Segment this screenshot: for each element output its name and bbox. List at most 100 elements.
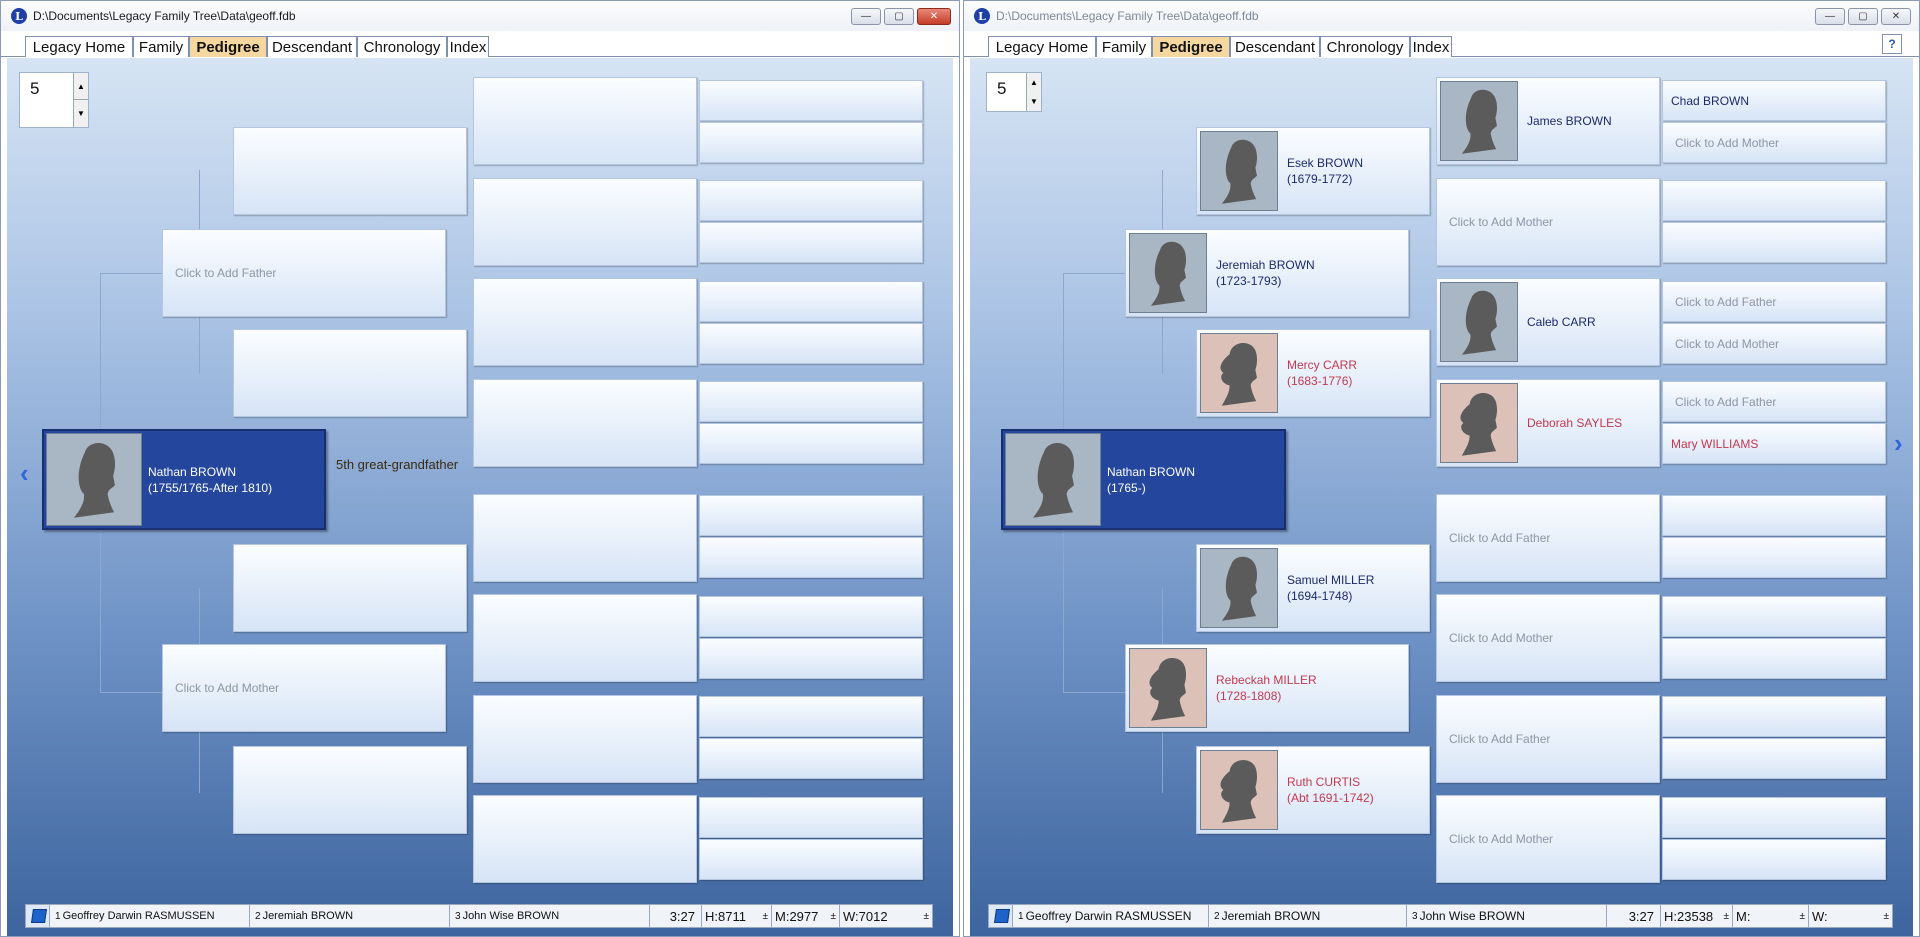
generations-spinner[interactable]: 5 ▲ ▼ [986,72,1042,112]
mother-box[interactable]: Rebeckah MILLER (1728-1808) [1125,644,1409,732]
ancestor-box-small[interactable] [699,495,923,536]
root-name: Nathan BROWN [1107,464,1196,479]
ancestor-box[interactable]: James BROWN [1436,77,1660,165]
tab-descendant[interactable]: Descendant [267,36,357,57]
ancestor-box-small[interactable] [1662,537,1886,578]
grandparent-box[interactable]: Samuel MILLER (1694-1748) [1196,544,1430,632]
generations-spinner[interactable]: 5 ▲ ▼ [19,72,89,128]
spin-up-icon[interactable]: ▲ [73,73,88,100]
ancestor-box-small[interactable] [699,222,923,263]
ancestor-box[interactable]: Caleb CARR [1436,278,1660,366]
grandparent-box[interactable]: Esek BROWN (1679-1772) [1196,127,1430,215]
ancestor-box[interactable]: Click to Add Father [1436,695,1660,783]
ancestor-box-small[interactable] [1662,638,1886,679]
bookmark-slot-1[interactable]: 1 Geoffrey Darwin RASMUSSEN [1013,905,1209,927]
father-box[interactable]: Jeremiah BROWN (1723-1793) [1125,229,1409,317]
ancestor-box-small[interactable]: Click to Add Father [1662,381,1886,422]
ancestor-box-small[interactable] [1662,839,1886,880]
ancestor-box-small[interactable] [1662,738,1886,779]
ancestor-box[interactable] [473,178,697,266]
ancestor-box[interactable]: Click to Add Mother [1436,795,1660,883]
spin-up-icon[interactable]: ▲ [1026,73,1041,93]
bookmark-slot-2[interactable]: 2 Jeremiah BROWN [250,905,450,927]
maximize-button[interactable]: ▢ [884,8,914,25]
ancestor-box-small[interactable]: Mary WILLIAMS [1662,423,1886,464]
grandparent-box[interactable]: Mercy CARR (1683-1776) [1196,329,1430,417]
tab-legacy-home[interactable]: Legacy Home [25,36,133,57]
ancestor-box[interactable] [473,278,697,366]
tab-family[interactable]: Family [133,36,189,57]
ancestor-box-small[interactable] [699,423,923,464]
tab-chronology[interactable]: Chronology [357,36,447,57]
ancestor-box-small[interactable] [699,638,923,679]
tab-legacy-home[interactable]: Legacy Home [988,36,1096,57]
ancestor-box[interactable] [473,77,697,165]
close-button[interactable]: ✕ [917,8,951,25]
bookmark-slot-1[interactable]: 1 Geoffrey Darwin RASMUSSEN [50,905,250,927]
tab-chronology[interactable]: Chronology [1320,36,1410,57]
ancestor-box-small[interactable]: Chad BROWN [1662,80,1886,121]
ancestor-box-small[interactable] [1662,222,1886,263]
ancestor-box[interactable] [473,795,697,883]
grandparent-box[interactable] [233,329,467,417]
book-icon[interactable] [26,905,50,927]
ancestor-box-small[interactable] [1662,495,1886,536]
ancestor-box-small[interactable] [699,323,923,364]
book-icon[interactable] [989,905,1013,927]
root-person-box[interactable]: Nathan BROWN (1765-) [1001,429,1286,530]
tab-pedigree[interactable]: Pedigree [1152,36,1230,57]
ancestor-box-small[interactable]: Click to Add Father [1662,281,1886,322]
tab-descendant[interactable]: Descendant [1230,36,1320,57]
ancestor-box-small[interactable] [699,122,923,163]
ancestor-box-small[interactable]: Click to Add Mother [1662,323,1886,364]
spin-down-icon[interactable]: ▼ [73,100,88,127]
ancestor-box[interactable]: Click to Add Mother [1436,594,1660,682]
tab-pedigree[interactable]: Pedigree [189,36,267,57]
ancestor-box[interactable] [473,379,697,467]
grandparent-box[interactable] [233,544,467,632]
title-bar[interactable]: L D:\Documents\Legacy Family Tree\Data\g… [964,1,1919,31]
ancestor-box-small[interactable] [1662,797,1886,838]
ancestor-box-small[interactable] [699,281,923,322]
tab-index[interactable]: Index [1410,36,1452,57]
tab-index[interactable]: Index [447,36,489,57]
ancestor-box-small[interactable] [699,738,923,779]
nav-left-icon[interactable]: ‹ [20,458,34,488]
bookmark-slot-3[interactable]: 3 John Wise BROWN [450,905,650,927]
minimize-button[interactable]: — [851,8,881,25]
ancestor-box-small[interactable] [699,537,923,578]
ancestor-box-small[interactable] [699,797,923,838]
ancestor-box-small[interactable] [1662,696,1886,737]
ancestor-box[interactable]: Click to Add Father [1436,494,1660,582]
ancestor-box[interactable] [473,594,697,682]
ancestor-box-small[interactable] [1662,180,1886,221]
minimize-button[interactable]: — [1815,8,1845,25]
grandparent-box[interactable] [233,127,467,215]
bookmark-slot-3[interactable]: 3 John Wise BROWN [1407,905,1607,927]
ancestor-box[interactable] [473,494,697,582]
root-person-box[interactable]: Nathan BROWN (1755/1765-After 1810) [42,429,326,530]
grandparent-box[interactable]: Ruth CURTIS (Abt 1691-1742) [1196,746,1430,834]
help-icon[interactable]: ? [1882,34,1902,54]
ancestor-box-small[interactable] [699,180,923,221]
spin-down-icon[interactable]: ▼ [1026,91,1041,111]
ancestor-box-small[interactable] [699,80,923,121]
close-button[interactable]: ✕ [1881,8,1911,25]
ancestor-box[interactable] [473,695,697,783]
nav-right-icon[interactable]: › [1894,428,1908,458]
mother-box[interactable]: Click to Add Mother [162,644,446,732]
ancestor-box-small[interactable]: Click to Add Mother [1662,122,1886,163]
grandparent-box[interactable] [233,746,467,834]
ancestor-box-small[interactable] [699,596,923,637]
ancestor-box-small[interactable] [699,696,923,737]
ancestor-box-small[interactable] [699,839,923,880]
ancestor-box-small[interactable] [1662,596,1886,637]
tab-family[interactable]: Family [1096,36,1152,57]
ancestor-box[interactable]: Deborah SAYLES [1436,379,1660,467]
ancestor-box-small[interactable] [699,381,923,422]
maximize-button[interactable]: ▢ [1848,8,1878,25]
ancestor-box[interactable]: Click to Add Mother [1436,178,1660,266]
bookmark-slot-2[interactable]: 2 Jeremiah BROWN [1209,905,1407,927]
title-bar[interactable]: L D:\Documents\Legacy Family Tree\Data\g… [1,1,959,31]
father-box[interactable]: Click to Add Father [162,229,446,317]
